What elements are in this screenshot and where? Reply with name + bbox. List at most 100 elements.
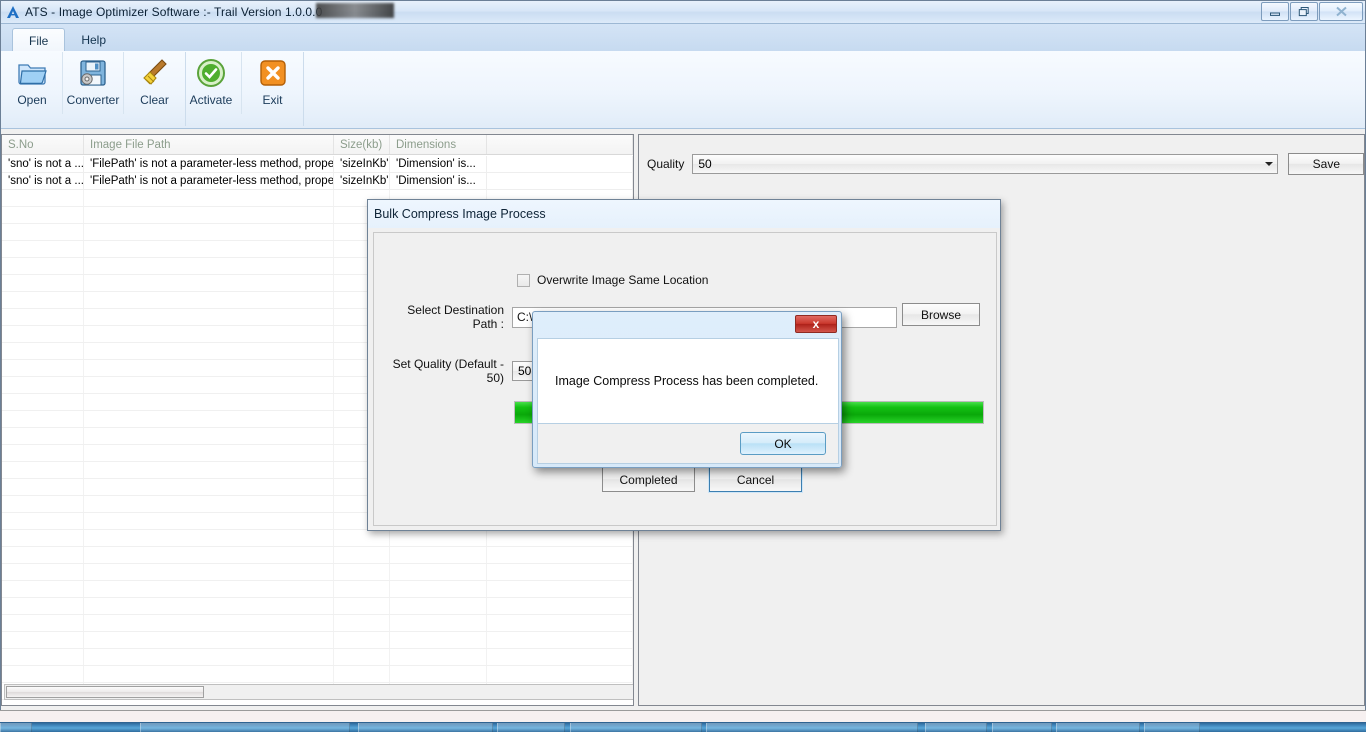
taskbar-item[interactable] bbox=[706, 723, 918, 732]
save-button[interactable]: Save bbox=[1288, 153, 1364, 175]
cell-empty bbox=[2, 377, 84, 393]
table-row-empty[interactable] bbox=[2, 615, 633, 632]
column-header-file-path[interactable]: Image File Path bbox=[84, 135, 334, 154]
quality-select[interactable]: 50 bbox=[692, 154, 1278, 174]
table-row-empty[interactable] bbox=[2, 598, 633, 615]
taskbar-item[interactable] bbox=[992, 723, 1052, 732]
cell-empty bbox=[334, 666, 390, 682]
cell-empty bbox=[334, 649, 390, 665]
cell-empty bbox=[334, 598, 390, 614]
taskbar-item[interactable] bbox=[140, 723, 350, 732]
tab-file-label: File bbox=[29, 34, 48, 48]
completion-message-box: x Image Compress Process has been comple… bbox=[532, 311, 842, 468]
taskbar-item[interactable] bbox=[358, 723, 493, 732]
table-row[interactable]: 'sno' is not a ... 'FilePath' is not a p… bbox=[2, 156, 633, 173]
cell-size: 'sizeInKb'... bbox=[334, 173, 390, 189]
taskbar-item[interactable] bbox=[925, 723, 987, 732]
ok-button[interactable]: OK bbox=[740, 432, 826, 455]
table-row-empty[interactable] bbox=[2, 547, 633, 564]
browse-button[interactable]: Browse bbox=[902, 303, 980, 326]
tab-file[interactable]: File bbox=[12, 28, 65, 52]
cell-empty bbox=[84, 275, 334, 291]
cell-dimensions: 'Dimension' is... bbox=[390, 173, 487, 189]
table-row-empty[interactable] bbox=[2, 581, 633, 598]
taskbar-item[interactable] bbox=[1056, 723, 1140, 732]
taskbar-item[interactable] bbox=[497, 723, 565, 732]
ribbon-button-activate[interactable]: Activate bbox=[181, 52, 242, 114]
cell-empty bbox=[2, 530, 84, 546]
cell-empty bbox=[84, 428, 334, 444]
close-button[interactable] bbox=[1319, 2, 1363, 21]
cell-empty bbox=[390, 530, 487, 546]
ok-button-label: OK bbox=[774, 437, 791, 451]
cancel-button-label: Cancel bbox=[737, 473, 774, 487]
overwrite-row[interactable]: Overwrite Image Same Location bbox=[517, 273, 708, 287]
cell-empty bbox=[2, 360, 84, 376]
cell-empty bbox=[334, 564, 390, 580]
taskbar-tray[interactable] bbox=[1144, 723, 1200, 732]
cell-empty bbox=[84, 377, 334, 393]
cell-empty bbox=[2, 496, 84, 512]
cell-empty bbox=[487, 581, 633, 597]
overwrite-checkbox[interactable] bbox=[517, 274, 530, 287]
ribbon-button-converter-label: Converter bbox=[67, 93, 120, 107]
table-row[interactable]: 'sno' is not a ... 'FilePath' is not a p… bbox=[2, 173, 633, 190]
cell-empty bbox=[2, 411, 84, 427]
ribbon-button-exit[interactable]: Exit bbox=[242, 52, 303, 114]
ribbon-button-activate-label: Activate bbox=[190, 93, 233, 107]
close-icon[interactable]: x bbox=[795, 315, 837, 333]
windows-taskbar[interactable] bbox=[0, 722, 1366, 732]
cell-empty bbox=[2, 207, 84, 223]
cell-empty bbox=[2, 564, 84, 580]
set-quality-label: Set Quality (Default - 50) bbox=[386, 357, 504, 385]
cell-empty bbox=[2, 513, 84, 529]
dialog-title: Bulk Compress Image Process bbox=[374, 207, 546, 221]
table-row-empty[interactable] bbox=[2, 666, 633, 683]
browse-button-label: Browse bbox=[921, 308, 961, 322]
folder-open-icon bbox=[16, 57, 48, 89]
table-row-empty[interactable] bbox=[2, 530, 633, 547]
cell-empty bbox=[84, 258, 334, 274]
taskbar-item[interactable] bbox=[570, 723, 702, 732]
window-buttons bbox=[1260, 2, 1363, 21]
cell-empty bbox=[2, 547, 84, 563]
table-row-empty[interactable] bbox=[2, 564, 633, 581]
desktop-strip bbox=[0, 710, 1366, 722]
cell-empty bbox=[487, 564, 633, 580]
cell-empty bbox=[84, 343, 334, 359]
completed-button[interactable]: Completed bbox=[602, 467, 695, 492]
taskbar-start-button[interactable] bbox=[0, 723, 32, 732]
ribbon-button-open-label: Open bbox=[17, 93, 46, 107]
table-row-empty[interactable] bbox=[2, 649, 633, 666]
table-row-empty[interactable] bbox=[2, 632, 633, 649]
list-scrollbar-thumb[interactable] bbox=[6, 686, 204, 698]
cell-empty bbox=[84, 598, 334, 614]
cell-empty bbox=[390, 581, 487, 597]
ribbon-button-converter[interactable]: Converter bbox=[63, 52, 124, 114]
column-header-dimensions[interactable]: Dimensions bbox=[390, 135, 487, 154]
tab-help-label: Help bbox=[81, 33, 106, 47]
cell-empty bbox=[2, 309, 84, 325]
dialog-button-row: Completed Cancel bbox=[602, 467, 802, 492]
ribbon-button-clear[interactable]: Clear bbox=[124, 52, 185, 114]
ribbon-body: Open Converter bbox=[1, 51, 1365, 129]
restore-button[interactable] bbox=[1290, 2, 1318, 21]
ribbon-button-open[interactable]: Open bbox=[2, 52, 63, 114]
column-header-size[interactable]: Size(kb) bbox=[334, 135, 390, 154]
tab-help[interactable]: Help bbox=[65, 28, 122, 52]
list-horizontal-scrollbar[interactable] bbox=[4, 684, 634, 700]
column-header-sno[interactable]: S.No bbox=[2, 135, 84, 154]
cell-filler bbox=[487, 173, 633, 189]
minimize-button[interactable] bbox=[1261, 2, 1289, 21]
broom-icon bbox=[139, 57, 171, 89]
cell-empty bbox=[487, 530, 633, 546]
cell-empty bbox=[2, 462, 84, 478]
cell-empty bbox=[2, 445, 84, 461]
cell-empty bbox=[2, 581, 84, 597]
cell-empty bbox=[2, 258, 84, 274]
cell-empty bbox=[84, 445, 334, 461]
cancel-button[interactable]: Cancel bbox=[709, 467, 802, 492]
cell-empty bbox=[2, 615, 84, 631]
dialog-title-bar: Bulk Compress Image Process bbox=[368, 200, 1000, 228]
cell-empty bbox=[84, 241, 334, 257]
